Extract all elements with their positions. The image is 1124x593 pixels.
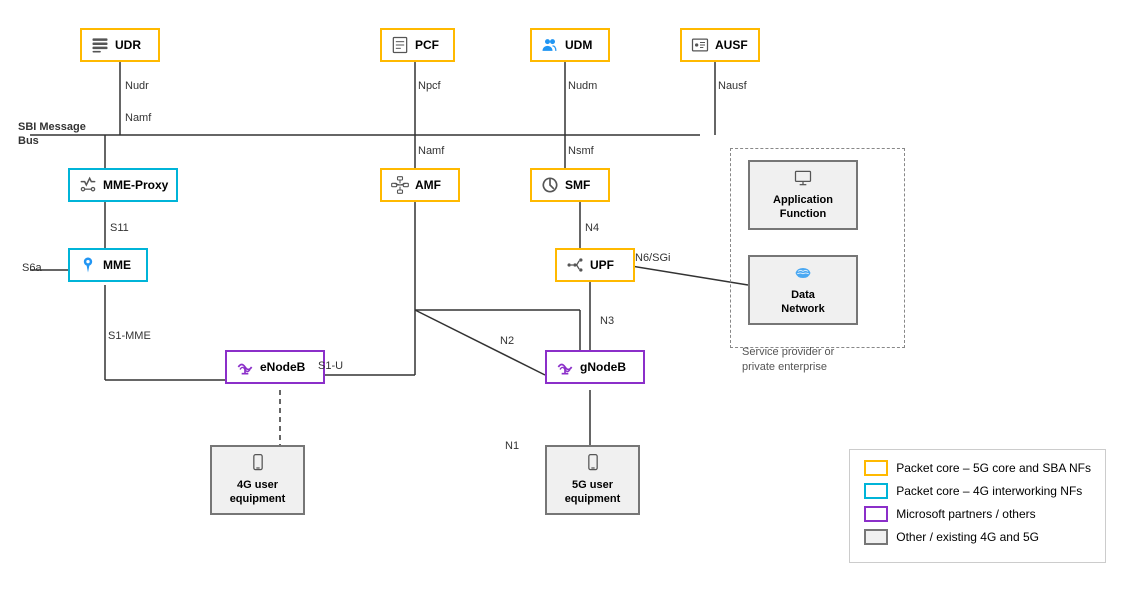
legend-item-purple: Microsoft partners / others [864, 506, 1091, 522]
nudr-label: Nudr [125, 80, 149, 92]
mme-proxy-node: MME-Proxy [68, 168, 178, 202]
n4-label: N4 [585, 222, 599, 234]
udr-node: UDR [80, 28, 160, 62]
gnodeb-icon [555, 357, 575, 377]
legend-label-yellow: Packet core – 5G core and SBA NFs [896, 461, 1091, 475]
s6a-label: S6a [22, 262, 42, 274]
mme-proxy-label: MME-Proxy [103, 178, 168, 192]
n3-label: N3 [600, 315, 614, 327]
legend-item-gray: Other / existing 4G and 5G [864, 529, 1091, 545]
mme-icon [78, 255, 98, 275]
legend-box-cyan [864, 483, 888, 499]
legend-item-yellow: Packet core – 5G core and SBA NFs [864, 460, 1091, 476]
namf-udr-label: Namf [125, 112, 151, 124]
ausf-node: AUSF [680, 28, 760, 62]
mme-node: MME [68, 248, 148, 282]
legend-label-cyan: Packet core – 4G interworking NFs [896, 484, 1082, 498]
upf-label: UPF [590, 258, 614, 272]
nsmf-label: Nsmf [568, 145, 594, 157]
diagram-container: UDR PCF UDM AUSF [0, 0, 1124, 593]
ue5g-node: 5G userequipment [545, 445, 640, 515]
enodeb-label: eNodeB [260, 360, 305, 374]
gnodeb-node: gNodeB [545, 350, 645, 384]
ausf-label: AUSF [715, 38, 748, 52]
legend-label-purple: Microsoft partners / others [896, 507, 1035, 521]
ue4g-label: 4G userequipment [230, 478, 286, 507]
udr-label: UDR [115, 38, 141, 52]
pcf-icon [390, 35, 410, 55]
udr-icon [90, 35, 110, 55]
n2-label: N2 [500, 335, 514, 347]
amf-icon [390, 175, 410, 195]
nausf-label: Nausf [718, 80, 747, 92]
ue4g-node: 4G userequipment [210, 445, 305, 515]
amf-label: AMF [415, 178, 441, 192]
n6-label: N6/SGi [635, 252, 670, 264]
enodeb-icon [235, 357, 255, 377]
n1-label: N1 [505, 440, 519, 452]
smf-icon [540, 175, 560, 195]
s11-label: S11 [110, 222, 129, 234]
upf-node: UPF [555, 248, 635, 282]
nudm-label: Nudm [568, 80, 597, 92]
s1mme-label: S1-MME [108, 330, 151, 342]
ue5g-label: 5G userequipment [565, 478, 621, 507]
mme-label: MME [103, 258, 131, 272]
legend-box-gray [864, 529, 888, 545]
pcf-node: PCF [380, 28, 455, 62]
ue4g-icon [248, 453, 268, 473]
legend: Packet core – 5G core and SBA NFs Packet… [849, 449, 1106, 563]
sbi-label: SBI MessageBus [18, 120, 86, 149]
namf-amf-label: Namf [418, 145, 444, 157]
s1u-label: S1-U [318, 360, 343, 372]
upf-icon [565, 255, 585, 275]
ue5g-icon [583, 453, 603, 473]
ausf-icon [690, 35, 710, 55]
mme-proxy-icon [78, 175, 98, 195]
amf-node: AMF [380, 168, 460, 202]
npcf-label: Npcf [418, 80, 441, 92]
smf-node: SMF [530, 168, 610, 202]
gnodeb-label: gNodeB [580, 360, 626, 374]
legend-item-cyan: Packet core – 4G interworking NFs [864, 483, 1091, 499]
legend-box-yellow [864, 460, 888, 476]
smf-label: SMF [565, 178, 590, 192]
legend-box-purple [864, 506, 888, 522]
pcf-label: PCF [415, 38, 439, 52]
udm-icon [540, 35, 560, 55]
legend-label-gray: Other / existing 4G and 5G [896, 530, 1039, 544]
service-provider-label: Service provider orprivate enterprise [742, 345, 834, 376]
enodeb-node: eNodeB [225, 350, 325, 384]
service-provider-region [730, 148, 905, 348]
udm-node: UDM [530, 28, 610, 62]
udm-label: UDM [565, 38, 592, 52]
